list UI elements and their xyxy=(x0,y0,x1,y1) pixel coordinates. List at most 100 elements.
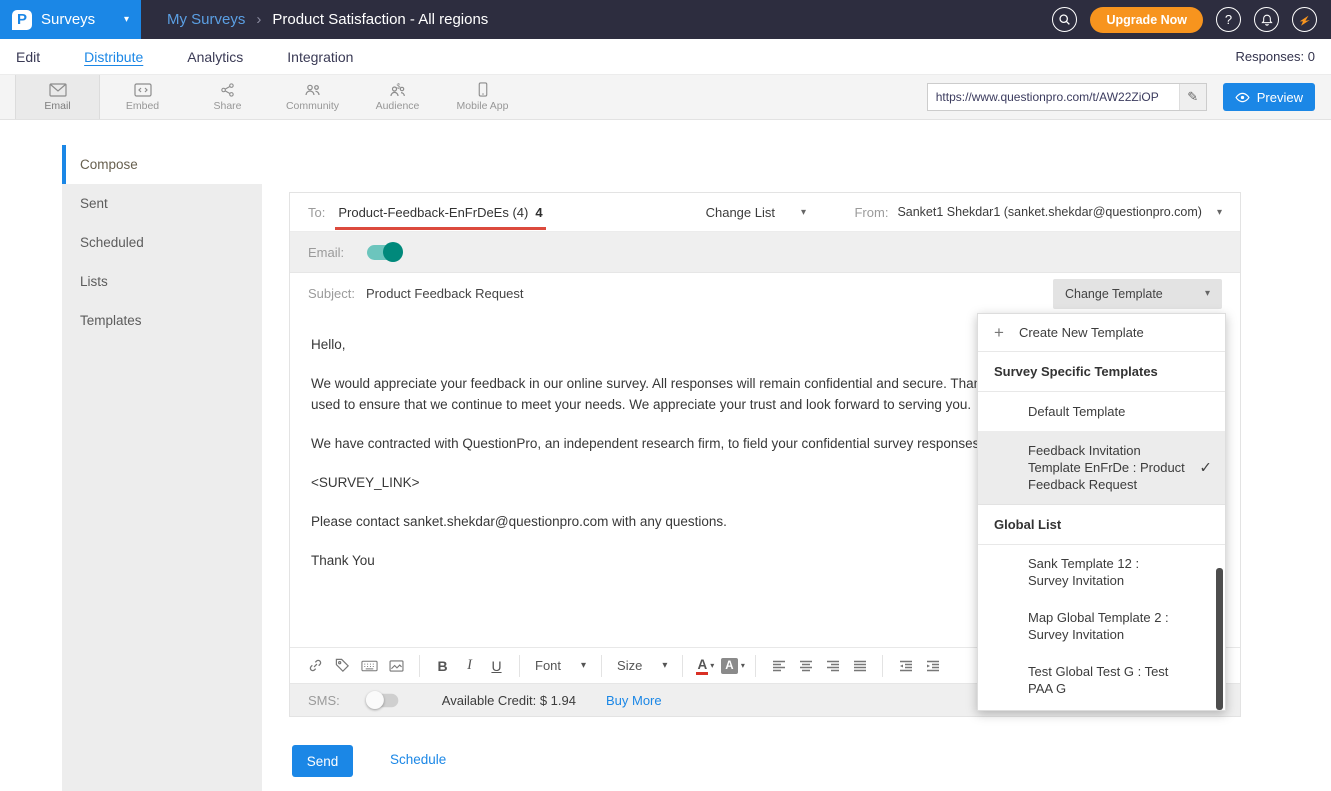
align-justify-icon xyxy=(853,660,867,672)
align-left-button[interactable] xyxy=(765,653,792,679)
highlight-color-button[interactable]: A ▾ xyxy=(719,653,746,679)
recipient-list-value[interactable]: Product-Feedback-EnFrDeEs (4)4 xyxy=(335,195,545,230)
keyboard-button[interactable] xyxy=(356,653,383,679)
subject-row: Subject: Product Feedback Request Change… xyxy=(290,273,1240,314)
bell-icon xyxy=(1260,13,1274,27)
font-size-dropdown[interactable]: Size ▾ xyxy=(611,658,673,673)
survey-url-box: ✎ xyxy=(927,83,1207,111)
embed-icon xyxy=(134,83,152,97)
channel-audience[interactable]: $ Audience xyxy=(355,75,440,119)
align-justify-button[interactable] xyxy=(846,653,873,679)
template-item-test-global-g[interactable]: Test Global Test G : Test PAA G xyxy=(978,653,1225,707)
schedule-link[interactable]: Schedule xyxy=(390,752,446,767)
preview-button[interactable]: Preview xyxy=(1223,83,1315,111)
chevron-down-icon: ▾ xyxy=(1205,288,1210,299)
page: P Surveys ▾ My Surveys › Product Satisfa… xyxy=(0,0,1331,791)
breadcrumb-separator: › xyxy=(256,11,261,28)
eye-icon xyxy=(1235,92,1250,103)
channel-email[interactable]: Email xyxy=(15,75,100,119)
channel-community[interactable]: Community xyxy=(270,75,355,119)
menu-scrollbar-thumb[interactable] xyxy=(1216,568,1223,710)
questionpro-logo-icon: P xyxy=(12,10,32,30)
align-center-button[interactable] xyxy=(792,653,819,679)
channel-share[interactable]: Share xyxy=(185,75,270,119)
subject-value[interactable]: Product Feedback Request xyxy=(366,286,524,301)
indent-button[interactable] xyxy=(919,653,946,679)
help-button[interactable]: ? xyxy=(1216,7,1241,32)
outdent-button[interactable] xyxy=(892,653,919,679)
distribute-channel-bar: Email Embed Share Community $ Audience M… xyxy=(0,75,1331,120)
outdent-icon xyxy=(899,660,913,672)
buy-more-link[interactable]: Buy More xyxy=(606,693,662,708)
size-dropdown-label: Size xyxy=(617,658,642,673)
image-icon xyxy=(389,660,404,672)
font-family-dropdown[interactable]: Font ▾ xyxy=(529,658,592,673)
page-title: Product Satisfaction - All regions xyxy=(272,11,488,28)
change-template-button[interactable]: Change Template ▾ xyxy=(1053,279,1222,309)
tab-edit[interactable]: Edit xyxy=(16,49,40,65)
upgrade-now-button[interactable]: Upgrade Now xyxy=(1090,7,1203,33)
toolbar-separator xyxy=(882,655,883,677)
notifications-button[interactable] xyxy=(1254,7,1279,32)
whats-new-button[interactable] xyxy=(1292,7,1317,32)
change-list-dropdown[interactable]: Change List ▾ xyxy=(706,205,806,220)
channel-mobile-app[interactable]: Mobile App xyxy=(440,75,525,119)
community-icon xyxy=(304,83,322,97)
template-item-sank-12[interactable]: Sank Template 12 : Survey Invitation xyxy=(978,545,1225,599)
sidebar-item-sent[interactable]: Sent xyxy=(62,184,262,223)
sms-toggle[interactable] xyxy=(367,693,398,707)
whats-new-icon xyxy=(1298,13,1312,27)
toolbar-separator xyxy=(601,655,602,677)
survey-url-group: ✎ Preview xyxy=(927,75,1331,119)
insert-image-button[interactable] xyxy=(383,653,410,679)
global-list-section-header: Global List xyxy=(978,505,1225,545)
template-item-feedback-invitation[interactable]: Feedback Invitation Template EnFrDe : Pr… xyxy=(978,431,1225,505)
channel-label: Mobile App xyxy=(457,100,509,112)
template-item-default[interactable]: Default Template xyxy=(978,392,1225,431)
email-toggle-label: Email: xyxy=(308,245,344,260)
toolbar-separator xyxy=(419,655,420,677)
link-icon xyxy=(308,658,323,673)
subject-label: Subject: xyxy=(308,286,355,301)
change-list-label: Change List xyxy=(706,205,775,220)
highlight-color-icon: A xyxy=(721,658,738,674)
email-sidebar: Compose Sent Scheduled Lists Templates xyxy=(62,145,262,791)
channel-embed[interactable]: Embed xyxy=(100,75,185,119)
template-item-map-global-2[interactable]: Map Global Template 2 : Survey Invitatio… xyxy=(978,599,1225,653)
send-button[interactable]: Send xyxy=(292,745,353,777)
align-right-button[interactable] xyxy=(819,653,846,679)
topbar-actions: Upgrade Now ? xyxy=(1052,7,1331,33)
underline-button[interactable]: U xyxy=(483,653,510,679)
breadcrumb-my-surveys[interactable]: My Surveys xyxy=(167,11,245,28)
edit-url-button[interactable]: ✎ xyxy=(1179,84,1206,110)
email-toggle-row: Email: xyxy=(290,232,1240,273)
search-button[interactable] xyxy=(1052,7,1077,32)
sidebar-item-compose[interactable]: Compose xyxy=(62,145,262,184)
create-new-template-item[interactable]: + Create New Template xyxy=(978,314,1225,352)
italic-button[interactable]: I xyxy=(456,653,483,679)
sidebar-item-templates[interactable]: Templates xyxy=(62,301,262,340)
tab-analytics[interactable]: Analytics xyxy=(187,49,243,65)
text-color-icon: A xyxy=(697,657,707,675)
merge-tag-button[interactable] xyxy=(329,653,356,679)
email-toggle[interactable] xyxy=(367,245,401,260)
toggle-knob xyxy=(366,691,384,709)
surveys-menu-button[interactable]: P Surveys ▾ xyxy=(0,0,141,39)
change-template-menu: + Create New Template Survey Specific Te… xyxy=(977,313,1226,711)
survey-url-input[interactable] xyxy=(928,84,1179,110)
recipient-list-name: Product-Feedback-EnFrDeEs (4) xyxy=(338,205,528,220)
tab-distribute[interactable]: Distribute xyxy=(84,49,143,65)
tab-integration[interactable]: Integration xyxy=(287,49,353,65)
surveys-label: Surveys xyxy=(41,11,95,28)
create-new-template-label: Create New Template xyxy=(1019,325,1144,340)
keyboard-icon xyxy=(361,660,378,672)
sidebar-item-scheduled[interactable]: Scheduled xyxy=(62,223,262,262)
from-dropdown[interactable]: From: Sanket1 Shekdar1 (sanket.shekdar@q… xyxy=(854,205,1222,220)
insert-link-button[interactable] xyxy=(302,653,329,679)
sidebar-item-lists[interactable]: Lists xyxy=(62,262,262,301)
plus-icon: + xyxy=(994,326,1004,340)
toolbar-separator xyxy=(755,655,756,677)
text-color-button[interactable]: A ▾ xyxy=(692,653,719,679)
align-left-icon xyxy=(772,660,786,672)
bold-button[interactable]: B xyxy=(429,653,456,679)
